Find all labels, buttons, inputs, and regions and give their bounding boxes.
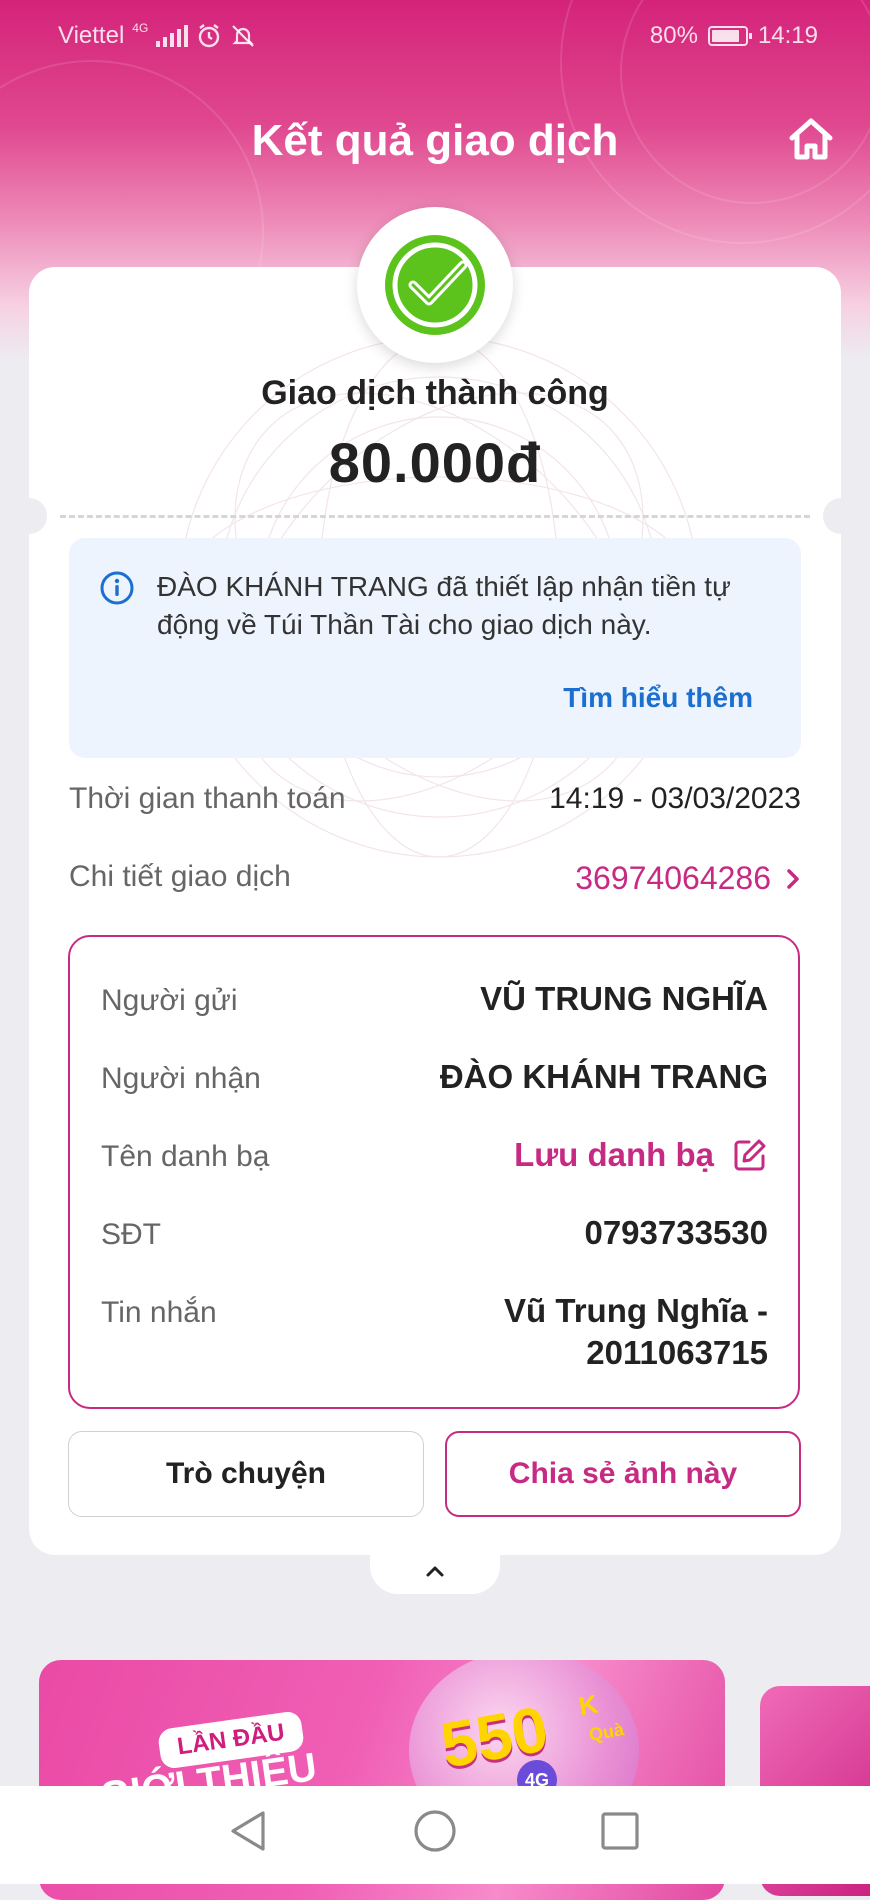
- alarm-icon: [199, 24, 220, 48]
- chevron-up-icon: [426, 1566, 444, 1577]
- edit-icon: [734, 1139, 766, 1171]
- message-value: Vũ Trung Nghĩa - 2011063715: [504, 1290, 768, 1374]
- ticket-notch-left: [11, 498, 47, 534]
- phone-label: SĐT: [101, 1218, 161, 1251]
- transaction-id: 36974064286: [575, 860, 771, 896]
- mute-bell-icon: [232, 25, 255, 47]
- carrier-name: Viettel: [58, 22, 125, 49]
- sender-value: VŨ TRUNG NGHĨA: [480, 980, 768, 1017]
- battery-percent: 80%: [649, 22, 698, 49]
- recipient-label: Người nhận: [101, 1062, 261, 1095]
- ticket-divider: [60, 515, 810, 518]
- payment-time-label: Thời gian thanh toán: [69, 782, 346, 815]
- recents-nav-icon[interactable]: [598, 1808, 642, 1854]
- transaction-detail-label: Chi tiết giao dịch: [69, 860, 291, 893]
- info-text: ĐÀO KHÁNH TRANG đã thiết lập nhận tiền t…: [157, 571, 731, 640]
- save-contact-button[interactable]: Lưu danh bạ: [514, 1134, 768, 1176]
- signal-icon: [156, 25, 189, 47]
- save-contact-label: Lưu danh bạ: [514, 1136, 714, 1173]
- success-title: Giao dịch thành công: [261, 374, 609, 412]
- back-nav-icon[interactable]: [227, 1808, 271, 1854]
- chat-button[interactable]: Trò chuyện: [68, 1431, 424, 1517]
- transaction-id-link[interactable]: 36974064286: [575, 860, 801, 897]
- transfer-details: Người gửi VŨ TRUNG NGHĨA Người nhận ĐÀO …: [68, 935, 800, 1409]
- contact-name-label: Tên danh bạ: [101, 1140, 270, 1173]
- clock: 14:19: [757, 22, 818, 49]
- system-nav-bar: [0, 1786, 870, 1884]
- home-icon[interactable]: [786, 114, 836, 164]
- recipient-value: ĐÀO KHÁNH TRANG: [439, 1058, 768, 1095]
- network-type: 4G: [132, 21, 149, 35]
- share-image-button[interactable]: Chia sẻ ảnh này: [445, 1431, 801, 1517]
- payment-time-value: 14:19 - 03/03/2023: [549, 782, 801, 815]
- collapse-button[interactable]: [370, 1548, 500, 1594]
- info-icon: [100, 571, 134, 605]
- page-title: Kết quả giao dịch: [251, 116, 619, 165]
- info-notice: ĐÀO KHÁNH TRANG đã thiết lập nhận tiền t…: [69, 538, 801, 758]
- phone-value: 0793733530: [584, 1214, 768, 1251]
- message-label: Tin nhắn: [101, 1296, 217, 1329]
- status-bar: Viettel 4G 80% 14:19: [0, 0, 870, 72]
- message-line-1: Vũ Trung Nghĩa -: [504, 1292, 768, 1329]
- message-line-2: 2011063715: [586, 1334, 768, 1371]
- success-badge: [357, 207, 513, 363]
- sender-label: Người gửi: [101, 984, 238, 1017]
- home-nav-icon[interactable]: [412, 1808, 458, 1854]
- check-circle-icon: [385, 235, 485, 335]
- ticket-notch-right: [823, 498, 859, 534]
- chevron-right-icon: [787, 868, 799, 889]
- amount: 80.000đ: [328, 431, 542, 494]
- battery-icon: [707, 26, 752, 46]
- learn-more-link[interactable]: Tìm hiểu thêm: [563, 682, 753, 714]
